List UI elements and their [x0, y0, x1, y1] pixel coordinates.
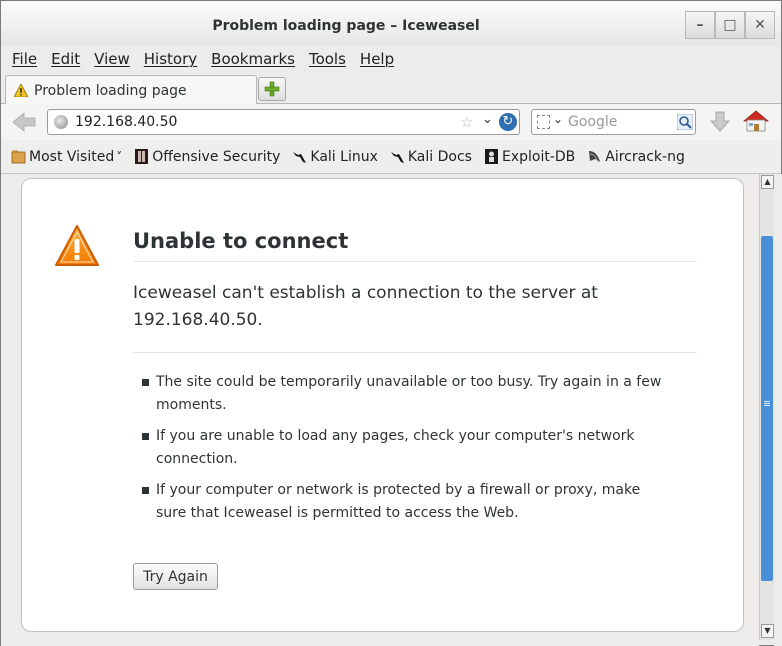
reload-icon[interactable]: ↻	[499, 113, 517, 131]
chevron-down-icon[interactable]: ⌄	[482, 112, 493, 127]
chevron-down-icon: ˅	[116, 149, 123, 164]
error-title: Unable to connect	[133, 229, 697, 262]
search-engine-icon[interactable]	[537, 115, 550, 129]
close-button[interactable]: ✕	[745, 11, 775, 39]
bookmark-exploit-db[interactable]: Exploit-DB	[484, 149, 575, 165]
bookmark-kali-linux[interactable]: Kali Linux	[292, 149, 378, 165]
menu-tools[interactable]: Tools	[302, 50, 353, 68]
menu-history[interactable]: History	[137, 50, 204, 68]
url-text: 192.168.40.50	[75, 114, 178, 130]
error-suggestions: The site could be temporarily unavailabl…	[142, 371, 662, 533]
navigation-bar: 192.168.40.50 ☆ ⌄ ↻ ⌄ Google	[1, 104, 781, 140]
error-panel: Unable to connect Iceweasel can't establ…	[21, 178, 744, 632]
list-item: The site could be temporarily unavailabl…	[142, 371, 662, 417]
star-icon[interactable]: ☆	[460, 113, 473, 131]
kali-dragon-icon	[293, 152, 307, 163]
window-edge	[774, 174, 782, 646]
url-bar[interactable]: 192.168.40.50 ☆ ⌄ ↻	[47, 109, 520, 135]
maximize-button[interactable]: □	[715, 11, 745, 39]
tab-problem-loading[interactable]: Problem loading page	[5, 75, 257, 105]
minimize-button[interactable]: –	[685, 11, 715, 39]
exploitdb-icon	[484, 149, 498, 164]
globe-icon	[54, 115, 68, 129]
tab-label: Problem loading page	[34, 82, 187, 99]
bookmarks-toolbar: Most Visited ˅ Offensive Security Kali L…	[1, 140, 781, 174]
bookmark-kali-docs[interactable]: Kali Docs	[390, 149, 472, 165]
new-tab-button[interactable]	[258, 77, 286, 101]
search-field[interactable]: ⌄ Google	[531, 109, 696, 135]
scrollbar-thumb[interactable]	[761, 236, 773, 581]
back-arrow-icon[interactable]	[11, 110, 37, 134]
antenna-icon	[589, 151, 601, 162]
window-controls: – □ ✕	[685, 11, 775, 39]
plus-icon	[264, 81, 280, 97]
menu-bookmarks[interactable]: Bookmarks	[204, 50, 302, 68]
vertical-scrollbar[interactable]: ▲ ▼	[759, 174, 774, 640]
bookmark-offensive-security[interactable]: Offensive Security	[134, 149, 280, 165]
kali-dragon-icon	[390, 152, 404, 163]
list-item: If your computer or network is protected…	[142, 479, 662, 525]
menu-bar: File Edit View History Bookmarks Tools H…	[1, 46, 781, 72]
warning-icon	[55, 225, 99, 266]
folder-icon	[11, 150, 26, 164]
error-description: Iceweasel can't establish a connection t…	[133, 280, 697, 353]
menu-view[interactable]: View	[87, 50, 137, 68]
offsec-icon	[135, 149, 149, 164]
warning-icon	[14, 84, 28, 97]
try-again-button[interactable]: Try Again	[133, 563, 218, 590]
bookmark-most-visited[interactable]: Most Visited ˅	[11, 149, 122, 165]
title-bar[interactable]: Problem loading page – Iceweasel – □ ✕	[1, 1, 781, 46]
browser-window: Problem loading page – Iceweasel – □ ✕ F…	[0, 0, 782, 646]
download-arrow-icon[interactable]	[709, 110, 731, 134]
tab-bar: Problem loading page	[1, 72, 781, 105]
page-content: Unable to connect Iceweasel can't establ…	[1, 174, 759, 646]
list-item: If you are unable to load any pages, che…	[142, 425, 662, 471]
scroll-down-button[interactable]: ▼	[761, 624, 774, 638]
menu-help[interactable]: Help	[353, 50, 401, 68]
menu-file[interactable]: File	[5, 50, 44, 68]
scroll-up-button[interactable]: ▲	[761, 175, 774, 189]
search-placeholder: Google	[568, 114, 618, 130]
chevron-down-icon[interactable]: ⌄	[553, 112, 563, 126]
search-icon[interactable]	[677, 114, 693, 130]
window-title: Problem loading page – Iceweasel	[212, 18, 480, 34]
home-icon[interactable]	[743, 109, 769, 133]
bookmark-aircrack-ng[interactable]: Aircrack-ng	[587, 149, 685, 165]
menu-edit[interactable]: Edit	[44, 50, 87, 68]
